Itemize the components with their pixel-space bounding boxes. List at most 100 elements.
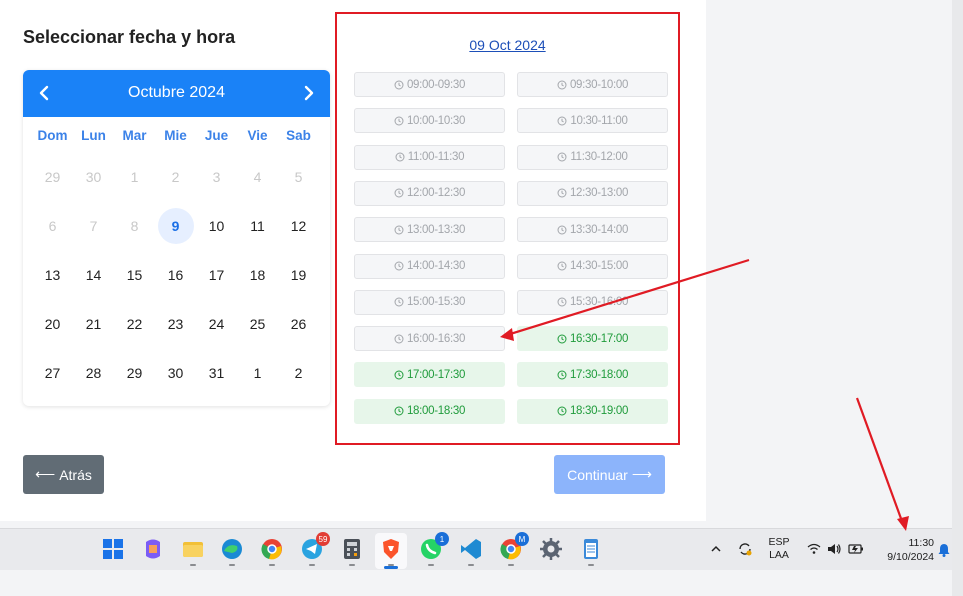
clock-icon (557, 370, 567, 380)
calendar-day[interactable]: 20 (32, 306, 73, 342)
time-slot-unavailable: 16:00-16:30 (354, 326, 505, 352)
time-slot-label: 15:30-16:00 (569, 296, 629, 309)
time-slot-unavailable: 10:00-10:30 (354, 108, 505, 134)
time-slot-label: 13:00-13:30 (406, 223, 466, 236)
time-slot-unavailable: 14:00-14:30 (354, 253, 505, 279)
time-slot-unavailable: 09:00-09:30 (354, 72, 505, 97)
booking-page: Seleccionar fecha y hora Octubre 2024 Do… (0, 0, 706, 521)
calendar-day[interactable]: 23 (155, 306, 196, 342)
calendar-day[interactable]: 26 (278, 306, 319, 342)
calendar-day[interactable]: 30 (155, 355, 196, 391)
chrome-profile-icon[interactable]: M (499, 532, 529, 566)
time-slot-available[interactable]: 17:30-18:00 (517, 362, 668, 388)
time-slot-label: 11:00-11:30 (407, 151, 465, 164)
calendar-day[interactable]: 21 (73, 306, 114, 342)
calendar-day[interactable]: 14 (73, 257, 114, 293)
time-slot-unavailable: 11:30-12:00 (517, 144, 668, 170)
calendar-week-row: 20 21 22 23 24 25 26 (32, 306, 319, 355)
time-slot-unavailable: 09:30-10:00 (517, 72, 668, 97)
clock-time: 11:30 (908, 537, 935, 549)
clock-icon (557, 261, 567, 271)
telegram-icon[interactable]: 59 (300, 532, 330, 566)
sync-icon[interactable] (737, 541, 753, 557)
time-slot-label: 18:30-19:00 (569, 405, 629, 418)
time-slot-label: 12:00-12:30 (406, 187, 466, 200)
calendar-day[interactable]: 13 (32, 257, 73, 293)
running-app-indicator (508, 564, 514, 566)
calendar-day-selected[interactable]: 9 (155, 208, 196, 244)
time-slot-available[interactable]: 18:30-19:00 (517, 398, 668, 424)
window-edge (952, 0, 963, 596)
calendar-day[interactable]: 31 (196, 355, 237, 391)
notification-badge: 59 (316, 532, 330, 546)
vscode-icon[interactable] (459, 537, 483, 566)
calendar-day[interactable]: 1 (237, 355, 278, 391)
time-slot-available[interactable]: 17:00-17:30 (354, 362, 505, 388)
wifi-icon[interactable] (806, 541, 822, 557)
volume-icon[interactable] (826, 541, 842, 557)
file-explorer-icon[interactable] (181, 537, 205, 566)
calendar-header: Octubre 2024 (23, 70, 330, 117)
time-slots-panel: 09 Oct 2024 09:00-09:30 09:30-10:00 10:00-… (335, 12, 680, 445)
calendar-day[interactable]: 29 (114, 355, 155, 391)
clock-icon (394, 370, 404, 380)
weekday-label: Mar (122, 128, 147, 143)
calendar: Octubre 2024 Dom Lun Mar Mie Jue Vie Sab 29 30 1… (23, 70, 330, 406)
notification-bell-icon[interactable] (936, 542, 952, 558)
calendar-day[interactable]: 19 (278, 257, 319, 293)
calendar-day[interactable]: 24 (196, 306, 237, 342)
next-month-button[interactable] (296, 80, 320, 106)
language-indicator[interactable]: ESP LAA (764, 536, 794, 562)
taskbar-clock[interactable]: 11:30 9/10/2024 (876, 536, 934, 564)
time-slot-unavailable: 14:30-15:00 (517, 253, 668, 279)
calendar-day[interactable]: 22 (114, 306, 155, 342)
right-blank-area (706, 0, 963, 521)
page-title: Seleccionar fecha y hora (23, 27, 236, 47)
calendar-day[interactable]: 10 (196, 208, 237, 244)
continue-button-label: Continuar (567, 466, 628, 483)
calendar-day[interactable]: 12 (278, 208, 319, 244)
calendar-day[interactable]: 25 (237, 306, 278, 342)
back-button[interactable]: ⟵ Atrás (23, 455, 104, 494)
calendar-day: 5 (294, 169, 303, 185)
time-slot-available[interactable]: 16:30-17:00 (517, 326, 668, 352)
calendar-day[interactable]: 15 (114, 257, 155, 293)
calendar-day[interactable]: 17 (196, 257, 237, 293)
chevron-right-icon (304, 85, 314, 101)
whatsapp-icon[interactable]: 1 (419, 532, 449, 566)
brave-icon[interactable] (379, 537, 403, 566)
clock-date: 9/10/2024 (887, 551, 934, 563)
calendar-day: 6 (48, 218, 57, 234)
running-app-indicator (388, 564, 394, 566)
notepad-icon[interactable] (579, 537, 603, 566)
clock-icon (557, 297, 567, 307)
calculator-icon[interactable] (340, 537, 364, 566)
weekday-label: Lun (81, 128, 106, 143)
calendar-day[interactable]: 2 (278, 355, 319, 391)
time-slot-label: 17:30-18:00 (569, 368, 629, 381)
clock-icon (557, 80, 567, 89)
show-hidden-icons-button[interactable] (708, 541, 724, 557)
running-app-indicator (269, 564, 275, 566)
running-app-indicator (468, 564, 474, 566)
calendar-day[interactable]: 18 (237, 257, 278, 293)
continue-button[interactable]: Continuar ⟶ (554, 455, 665, 494)
running-app-indicator (190, 564, 196, 566)
calendar-day[interactable]: 16 (155, 257, 196, 293)
windows-start-icon[interactable] (101, 537, 125, 561)
calendar-week-row: 13 14 15 16 17 18 19 (32, 257, 319, 306)
calendar-day[interactable]: 28 (73, 355, 114, 391)
arrow-left-icon: ⟵ (35, 466, 56, 482)
edge-icon[interactable] (220, 537, 244, 566)
copilot-icon[interactable] (141, 537, 165, 561)
clock-icon (557, 188, 567, 198)
calendar-day[interactable]: 27 (32, 355, 73, 391)
time-slot-label: 16:30-17:00 (569, 332, 629, 345)
settings-icon[interactable] (539, 537, 563, 561)
battery-icon[interactable] (848, 541, 864, 557)
weekday-label: Vie (247, 128, 268, 143)
time-slot-available[interactable]: 18:00-18:30 (354, 398, 505, 424)
time-slot-label: 10:00-10:30 (406, 114, 466, 127)
chrome-icon[interactable] (260, 537, 284, 566)
calendar-day[interactable]: 11 (237, 208, 278, 244)
